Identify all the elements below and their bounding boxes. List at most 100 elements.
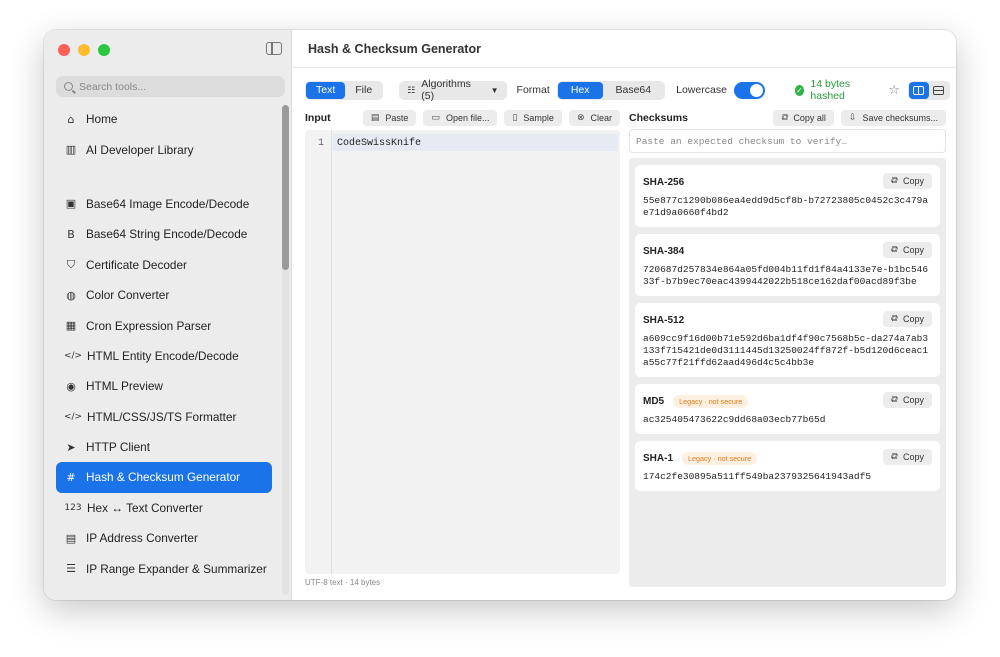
mode-text-button[interactable]: Text [306,81,346,99]
open-file-label: Open file... [445,113,490,123]
verify-checksum-input[interactable] [636,135,936,147]
sidebar-item-ip-address-converter[interactable]: ▤ IP Address Converter [56,523,272,553]
hash-value[interactable]: 55e877c1290b086ea4edd9d5cf8b-b72723805c0… [643,195,933,219]
page-title: Hash & Checksum Generator [293,30,956,68]
copy-label: Copy [902,314,924,324]
sidebar-item-hash-checksum-generator[interactable]: # Hash & Checksum Generator [56,462,272,493]
clear-button[interactable]: ⊗ Clear [568,110,620,126]
input-mode-segmented: Text File [305,80,384,100]
sidebar-item-ai-developer-library[interactable]: ▥ AI Developer Library [56,134,272,164]
sidebar-scrollbar[interactable] [282,105,289,595]
clear-label: Clear [590,113,612,123]
close-window-button[interactable] [58,44,70,56]
layout-segmented [907,80,950,100]
hash-status: ✓ 14 bytes hashed [794,78,880,102]
mode-file-button[interactable]: File [345,82,382,99]
sidebar-item-html-preview[interactable]: ◉ HTML Preview [56,371,272,401]
legacy-badge: Legacy · not secure [673,394,749,408]
format-base64-button[interactable]: Base64 [603,82,665,99]
sidebar-item-label: Hex ↔ Text Converter [87,500,203,515]
eye-icon: ◉ [66,379,76,393]
copy-all-button[interactable]: ⧉ Copy all [772,110,834,126]
checksum-card-md5: MD5 Legacy · not secure ⧉ Copy ac32540547362… [635,384,940,434]
sidebar-item-base64-string-encode-decode[interactable]: B Base64 String Encode/Decode [56,219,272,249]
sample-button[interactable]: ▯ Sample [504,110,562,126]
palette-icon: ◍ [66,288,76,302]
input-title: Input [305,112,331,124]
copy-sha-256-button[interactable]: ⧉ Copy [882,173,932,189]
library-icon: ▥ [65,143,77,157]
sidebar-item-html-css-js-ts-formatter[interactable]: </> HTML/CSS/JS/TS Formatter [56,402,272,432]
b-square-icon: B [67,227,75,241]
layout-split-button[interactable] [908,81,929,99]
hash-value[interactable]: ac325405473622c9dd68a03ecb77b65d [643,414,933,426]
verify-box[interactable] [629,129,946,153]
lowercase-toggle[interactable] [733,81,765,99]
calendar-clock-icon: ▦ [65,319,77,333]
sidebar-item-label: IP Range Expander & Summarizer [86,561,267,576]
sidebar-item-http-client[interactable]: ➤ HTTP Client [56,432,272,462]
algorithm-name: SHA-1 [643,452,674,464]
copy-icon: ⧉ [890,176,897,186]
copy-label: Copy [902,176,924,186]
copy-md5-button[interactable]: ⧉ Copy [882,392,932,408]
sidebar-toggle-icon[interactable] [266,42,282,55]
sidebar-item-ip-range-expander-summarizer[interactable]: ☰ IP Range Expander & Summarizer [56,553,272,583]
copy-icon: ⧉ [890,452,897,462]
copy-sha-1-button[interactable]: ⧉ Copy [882,449,932,465]
copy-sha-384-button[interactable]: ⧉ Copy [882,242,932,258]
sidebar-item-label: Base64 String Encode/Decode [86,227,248,242]
hash-value[interactable]: 720687d257834e864a05fd004b11fd1f84a4133e… [643,264,933,288]
paste-button[interactable]: ▤ Paste [362,110,417,126]
copy-sha-512-button[interactable]: ⧉ Copy [882,311,932,327]
checksum-results: SHA-256 ⧉ Copy 55e877c1290b086ea4edd9d5cf8b… [629,158,946,587]
hash-value[interactable]: 174c2fe30895a511ff549ba2379325641943adf5 [643,471,933,483]
sidebar-item-hex-text-converter[interactable]: 123 Hex ↔ Text Converter [56,493,272,523]
algorithm-name: SHA-256 [643,176,685,188]
sidebar-item-cron-expression-parser[interactable]: ▦ Cron Expression Parser [56,310,272,340]
paper-plane-icon: ➤ [66,440,76,454]
hash-icon: # [66,470,76,484]
input-header: Input ▤ Paste ▭ Open file... ▯ Sample ⊗ Clea… [305,110,620,126]
hash-value[interactable]: a609cc9f16d00b71e592d6ba1df4f90c7568b5c-… [643,333,933,369]
code-brackets-icon: </> [63,350,83,361]
minimize-window-button[interactable] [78,44,90,56]
sidebar-item-base64-image-encode-decode[interactable]: ▣ Base64 Image Encode/Decode [56,189,272,219]
favorite-star-icon[interactable]: ☆ [888,83,900,98]
list-icon: ☷ [407,84,416,95]
search-box[interactable] [56,76,285,97]
search-input[interactable] [79,80,269,93]
format-hex-button[interactable]: Hex [557,81,603,99]
sidebar-scroll-thumb[interactable] [282,105,289,270]
open-file-button[interactable]: ▭ Open file... [423,110,498,126]
status-text: 14 bytes hashed [810,78,851,102]
input-editor[interactable]: 1 CodeSwissKnife [305,130,620,574]
layout-stacked-button[interactable] [929,82,949,99]
sidebar-item-html-entity-encode-decode[interactable]: </> HTML Entity Encode/Decode [56,341,272,371]
sidebar-item-label: HTTP Client [86,440,151,455]
clipboard-icon: ▤ [370,113,380,123]
list-icon: ☰ [66,562,76,576]
copy-icon: ⧉ [890,314,897,324]
sidebar-item-label: HTML/CSS/JS/TS Formatter [87,409,237,424]
sidebar-item-home[interactable]: ⌂ Home [56,104,272,134]
chevron-down-icon: ▼ [490,85,499,95]
algorithms-label: Algorithms (5) [421,78,471,102]
sidebar-item-label: Base64 Image Encode/Decode [86,196,250,211]
algorithms-dropdown[interactable]: ☷ Algorithms (5) ▼ [399,78,507,102]
zoom-window-button[interactable] [98,44,110,56]
copy-icon: ⧉ [890,245,897,255]
network-icon: ▤ [65,531,77,545]
copy-all-label: Copy all [793,113,826,123]
sidebar-item-certificate-decoder[interactable]: ⛉ Certificate Decoder [56,250,272,280]
copy-label: Copy [902,245,924,255]
sidebar-item-label: Color Converter [86,288,170,303]
save-checksums-button[interactable]: ⇩ Save checksums... [840,110,946,126]
folder-icon: ▭ [431,113,440,123]
sidebar-item-label: Hash & Checksum Generator [86,470,241,485]
sidebar-item-color-converter[interactable]: ◍ Color Converter [56,280,272,310]
sidebar-nav: ⌂ Home ▥ AI Developer Library ▣ Base64 Image … [56,104,272,584]
input-text[interactable]: CodeSwissKnife [337,138,421,149]
clear-circle-icon: ⊗ [576,113,585,123]
